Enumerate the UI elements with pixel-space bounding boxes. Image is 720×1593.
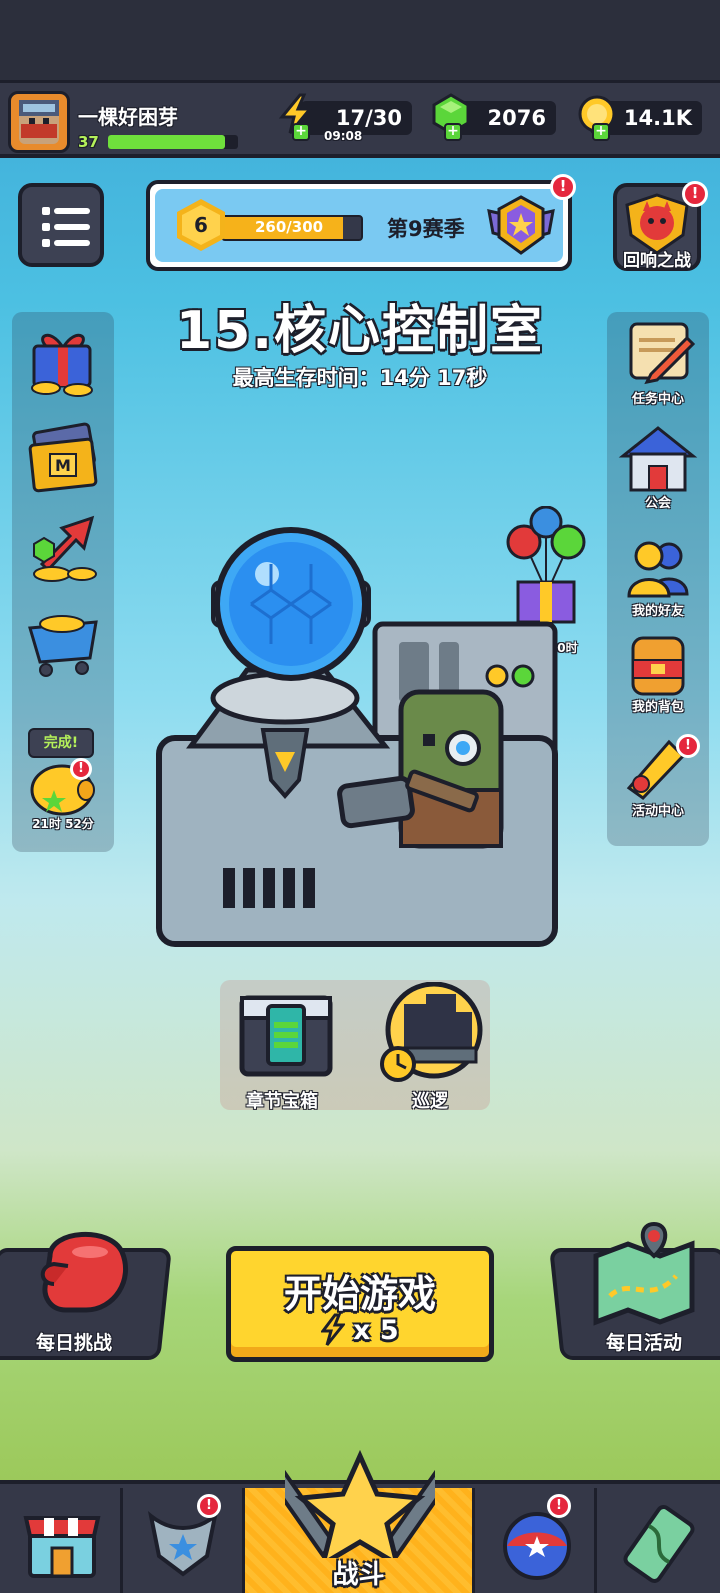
daily-challenge-label: 每日挑战: [36, 1332, 113, 1354]
event-center-alert-badge: !: [676, 734, 700, 758]
gem-value: 2076: [487, 106, 546, 130]
bottom-nav: ! 战斗 !: [0, 1449, 720, 1593]
friends-label: 我的好友: [631, 604, 684, 619]
season-progress-text: 260/300: [255, 218, 324, 236]
map-icon: [590, 1216, 700, 1330]
resource-bar: 一棵好困芽 37 17/30 + 09:08 2076 + 14.1K +: [0, 80, 720, 158]
core-control-room-scene: [155, 520, 565, 960]
season-pass-panel[interactable]: 6 260/300 第9赛季: [146, 180, 572, 271]
piggy-bank-alert-badge: !: [70, 758, 92, 780]
season-badge-icon: [485, 193, 557, 263]
status-bar: [0, 0, 720, 80]
energy-value: 17/30: [335, 106, 402, 130]
player-level: 37: [78, 133, 99, 151]
nav-battle[interactable]: 战斗: [245, 1449, 475, 1593]
daily-event-label: 每日活动: [606, 1332, 683, 1354]
shop-icon: [23, 1516, 101, 1578]
quest-center-label: 任务中心: [631, 392, 684, 407]
nav-evolution[interactable]: [597, 1488, 720, 1593]
avatar[interactable]: [8, 91, 70, 153]
evolution-icon: [623, 1505, 695, 1583]
nav-talent[interactable]: !: [475, 1488, 597, 1593]
talent-alert-badge: !: [547, 1494, 571, 1518]
chapter-chest-label: 章节宝箱: [246, 1091, 318, 1112]
add-coins-icon[interactable]: +: [592, 123, 610, 141]
gift-box-icon[interactable]: [22, 322, 104, 404]
chapter-chest-icon[interactable]: [238, 988, 334, 1088]
patrol-label: 巡逻: [412, 1091, 448, 1112]
monthly-card-icon[interactable]: M: [22, 420, 104, 502]
season-name: 第9赛季: [387, 217, 465, 241]
start-game-button[interactable]: 开始游戏 x 5: [226, 1246, 494, 1362]
start-game-cost: x 5: [353, 1315, 399, 1346]
piggy-bank-status: 完成!: [28, 728, 94, 758]
energy-timer: 09:08: [324, 129, 363, 143]
menu-button[interactable]: [18, 183, 104, 267]
add-energy-icon[interactable]: +: [292, 123, 310, 141]
growth-fund-icon[interactable]: [22, 508, 104, 590]
equipment-alert-badge: !: [197, 1494, 221, 1518]
battle-star-icon: [285, 1449, 435, 1558]
add-gems-icon[interactable]: +: [444, 123, 462, 141]
xp-bar: [108, 135, 238, 149]
shop-cart-icon[interactable]: [22, 600, 104, 682]
backpack-label: 我的背包: [631, 700, 684, 715]
patrol-icon[interactable]: [376, 981, 486, 1086]
right-side-panel: 任务中心 公会 我的好友 我的背包 活动中心: [607, 312, 709, 846]
echo-battle-alert-badge: !: [682, 181, 708, 207]
nav-battle-label: 战斗: [332, 1560, 385, 1590]
coin-value: 14.1K: [623, 106, 692, 130]
guild-label: 公会: [644, 496, 671, 511]
left-side-panel: M: [12, 312, 114, 852]
event-center-label: 活动中心: [631, 804, 684, 819]
season-alert-badge: !: [550, 174, 576, 200]
start-game-label: 开始游戏: [283, 1272, 436, 1316]
lightning-icon: [320, 1313, 347, 1351]
svg-text:M: M: [55, 456, 71, 475]
echo-battle-label: 回响之战: [623, 251, 691, 271]
boxing-glove-icon: [30, 1226, 140, 1330]
nav-shop[interactable]: [0, 1488, 123, 1593]
piggy-bank-timer: 21时 52分: [32, 817, 94, 831]
player-name: 一棵好困芽: [78, 105, 178, 129]
nav-equipment[interactable]: !: [123, 1488, 245, 1593]
